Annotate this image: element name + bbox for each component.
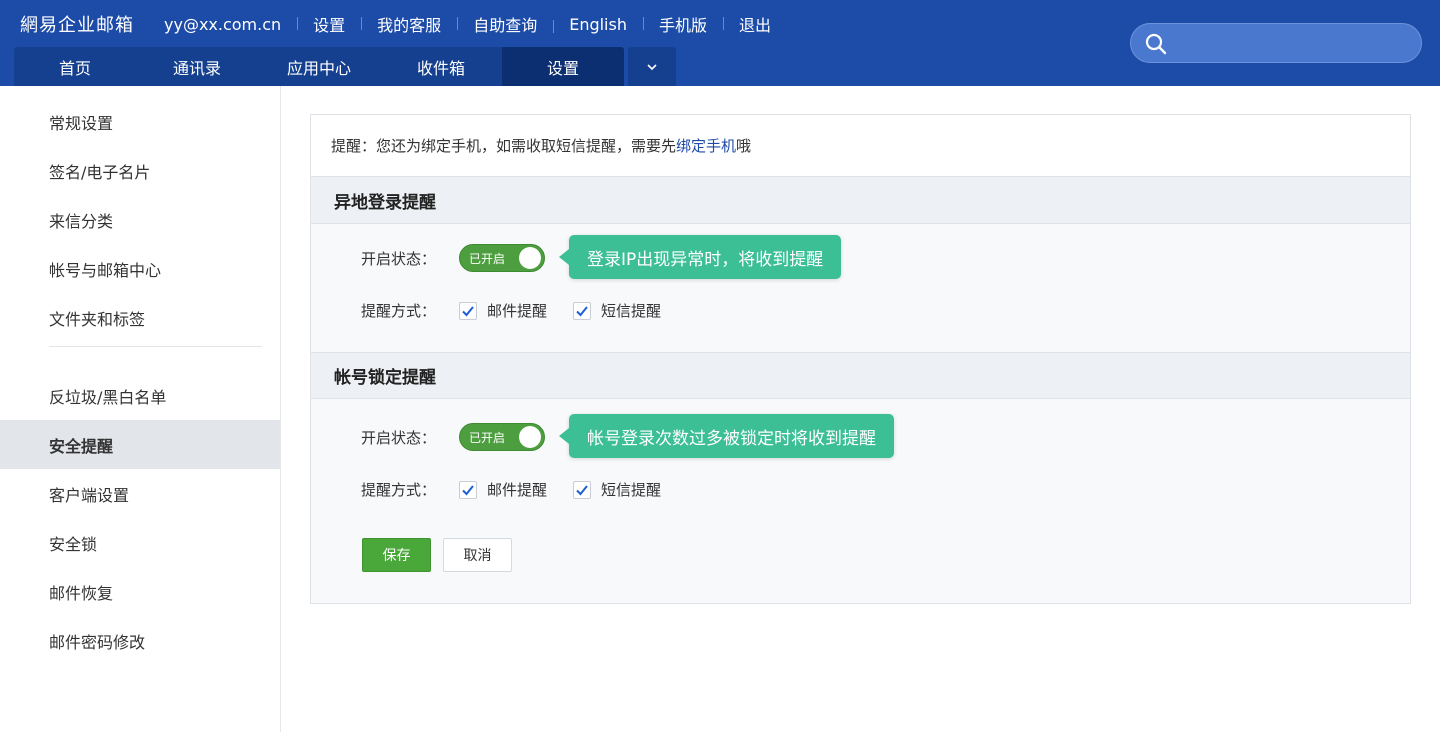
method-label: 提醒方式： <box>361 481 437 499</box>
sidebar-item-mail-recovery[interactable]: 邮件恢复 <box>0 567 280 616</box>
checkbox-label: 邮件提醒 <box>487 302 548 320</box>
bind-phone-link[interactable]: 绑定手机 <box>676 135 736 156</box>
method-row: 提醒方式： 邮件提醒 短信提醒 <box>361 300 687 321</box>
sms-alert-checkbox[interactable]: 短信提醒 <box>573 479 661 500</box>
checkbox-label: 短信提醒 <box>601 481 662 499</box>
sms-alert-checkbox[interactable]: 短信提醒 <box>573 300 661 321</box>
email-alert-checkbox[interactable]: 邮件提醒 <box>459 300 547 321</box>
remote-login-toggle[interactable]: 已开启 <box>459 244 545 272</box>
sidebar-divider <box>49 346 262 347</box>
sidebar-item-client-settings[interactable]: 客户端设置 <box>0 469 280 518</box>
sidebar-item-signature[interactable]: 签名/电子名片 <box>0 146 280 195</box>
main-nav: 首页 通讯录 应用中心 收件箱 设置 <box>14 47 676 86</box>
link-logout[interactable]: 退出 <box>723 12 787 36</box>
link-self-service[interactable]: 自助查询 <box>457 12 553 36</box>
section-title-account-lock: 帐号锁定提醒 <box>311 352 1410 399</box>
sidebar-item-account-center[interactable]: 帐号与邮箱中心 <box>0 244 280 293</box>
checkbox-box[interactable] <box>573 301 592 320</box>
status-row: 开启状态： 已开启 <box>361 244 545 272</box>
sidebar-item-folders-tags[interactable]: 文件夹和标签 <box>0 293 280 342</box>
check-icon <box>576 484 588 495</box>
section-account-lock: 开启状态： 已开启 帐号登录次数过多被锁定时将收到提醒 提醒方式： 邮件提醒 短… <box>311 399 1410 601</box>
link-mobile[interactable]: 手机版 <box>642 12 723 36</box>
brand-logo[interactable]: 網易企业邮箱 <box>20 11 134 37</box>
section-remote-login: 开启状态： 已开启 登录IP出现异常时，将收到提醒 提醒方式： 邮件提醒 短信提… <box>311 224 1410 352</box>
sidebar-item-security-alert[interactable]: 安全提醒 <box>0 420 280 469</box>
chevron-down-icon <box>647 63 657 70</box>
tab-contacts[interactable]: 通讯录 <box>136 47 258 86</box>
tab-inbox[interactable]: 收件箱 <box>380 47 502 86</box>
status-row: 开启状态： 已开启 <box>361 423 545 451</box>
toggle-text: 已开启 <box>469 252 506 266</box>
bind-phone-notice: 提醒：您还为绑定手机，如需收取短信提醒，需要先 绑定手机哦 <box>311 115 1410 177</box>
nav-more-button[interactable] <box>628 47 676 86</box>
section-title-remote-login: 异地登录提醒 <box>311 177 1410 224</box>
security-alert-panel: 提醒：您还为绑定手机，如需收取短信提醒，需要先 绑定手机哦 异地登录提醒 开启状态… <box>310 114 1411 604</box>
account-lock-toggle[interactable]: 已开启 <box>459 423 545 451</box>
checkbox-box[interactable] <box>459 480 477 499</box>
checkbox-box[interactable] <box>573 480 592 499</box>
link-customer-service[interactable]: 我的客服 <box>361 12 457 36</box>
sidebar-item-antispam[interactable]: 反垃圾/黑白名单 <box>0 371 280 420</box>
checkbox-label: 邮件提醒 <box>487 481 548 499</box>
remote-login-tooltip: 登录IP出现异常时，将收到提醒 <box>558 235 842 279</box>
method-label: 提醒方式： <box>361 302 437 320</box>
user-email[interactable]: yy@xx.com.cn <box>164 15 297 34</box>
email-alert-checkbox[interactable]: 邮件提醒 <box>459 479 547 500</box>
link-settings[interactable]: 设置 <box>297 12 361 36</box>
search-box[interactable] <box>1130 23 1422 63</box>
cancel-button[interactable]: 取消 <box>443 538 512 572</box>
account-lock-tooltip: 帐号登录次数过多被锁定时将收到提醒 <box>559 414 894 458</box>
top-links: 網易企业邮箱 yy@xx.com.cn 设置 我的客服 自助查询 English… <box>20 0 787 48</box>
status-label: 开启状态： <box>361 249 437 268</box>
checkbox-box[interactable] <box>459 301 477 320</box>
notice-suffix: 哦 <box>736 137 752 155</box>
check-icon <box>462 484 474 495</box>
checkbox-label: 短信提醒 <box>601 302 662 320</box>
tab-settings[interactable]: 设置 <box>502 47 624 86</box>
top-header: 網易企业邮箱 yy@xx.com.cn 设置 我的客服 自助查询 English… <box>0 0 1440 86</box>
sidebar-item-password-change[interactable]: 邮件密码修改 <box>0 616 280 665</box>
search-input[interactable] <box>1177 29 1407 57</box>
status-label: 开启状态： <box>361 428 437 447</box>
tab-app-center[interactable]: 应用中心 <box>258 47 380 86</box>
sidebar-item-security-lock[interactable]: 安全锁 <box>0 518 280 567</box>
toggle-knob <box>519 247 541 269</box>
save-button[interactable]: 保存 <box>362 538 431 572</box>
search-icon[interactable] <box>1145 33 1167 55</box>
link-english[interactable]: English <box>553 15 643 34</box>
check-icon <box>462 305 474 316</box>
sidebar-item-general[interactable]: 常规设置 <box>0 97 280 146</box>
tab-home[interactable]: 首页 <box>14 47 136 86</box>
method-row: 提醒方式： 邮件提醒 短信提醒 <box>361 479 687 500</box>
settings-sidebar: 常规设置 签名/电子名片 来信分类 帐号与邮箱中心 文件夹和标签 反垃圾/黑白名… <box>0 86 281 732</box>
toggle-knob <box>519 426 541 448</box>
sidebar-item-mail-filter[interactable]: 来信分类 <box>0 195 280 244</box>
notice-text: 提醒：您还为绑定手机，如需收取短信提醒，需要先 <box>331 137 677 155</box>
toggle-text: 已开启 <box>469 431 506 445</box>
check-icon <box>576 305 588 316</box>
